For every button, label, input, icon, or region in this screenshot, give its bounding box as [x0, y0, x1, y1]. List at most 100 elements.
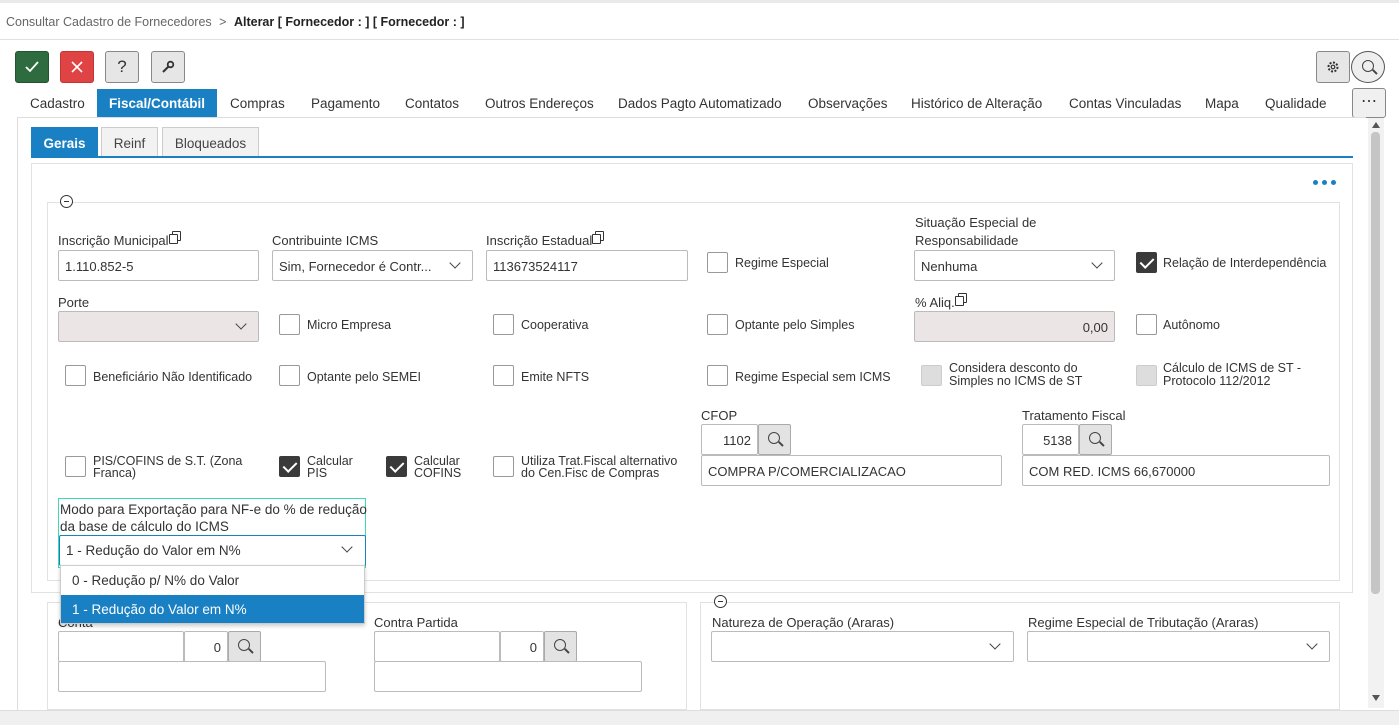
- conta-description-input[interactable]: [58, 661, 326, 692]
- cooperativa-checkbox[interactable]: [493, 314, 514, 335]
- copy-icon[interactable]: [168, 231, 181, 244]
- tratamento-fiscal-label: Tratamento Fiscal: [1022, 408, 1126, 423]
- emite-nfts-checkbox[interactable]: [493, 365, 514, 386]
- tratamento-fiscal-code-input[interactable]: 5138: [1022, 424, 1079, 455]
- considera-desconto-checkbox[interactable]: [921, 365, 942, 386]
- tab-dados-pagto[interactable]: Dados Pagto Automatizado: [618, 89, 782, 117]
- contra-partida-label: Contra Partida: [374, 615, 458, 630]
- situacao-especial-label-1: Situação Especial de: [915, 215, 1037, 230]
- emite-nfts-label: Emite NFTS: [521, 370, 590, 384]
- cfop-label: CFOP: [701, 408, 738, 423]
- pis-cofins-st-checkbox[interactable]: [65, 456, 86, 477]
- tab-outros-enderecos[interactable]: Outros Endereços: [485, 89, 594, 117]
- beneficiario-checkbox[interactable]: [65, 365, 86, 386]
- regime-especial-checkbox[interactable]: [707, 252, 728, 273]
- contribuinte-icms-select[interactable]: Sim, Fornecedor é Contr...: [272, 250, 473, 281]
- subtab-bloqueados[interactable]: Bloqueados: [162, 127, 259, 156]
- tratamento-fiscal-search-button[interactable]: [1079, 424, 1112, 455]
- tab-contatos[interactable]: Contatos: [405, 89, 459, 117]
- optante-simples-checkbox[interactable]: [707, 314, 728, 335]
- inscricao-estadual-input[interactable]: 113673524117: [486, 250, 688, 281]
- regime-sem-icms-label: Regime Especial sem ICMS: [735, 370, 891, 384]
- tratamento-fiscal-description-input[interactable]: COM RED. ICMS 66,670000: [1022, 455, 1330, 486]
- conta-search-button[interactable]: [228, 631, 261, 662]
- scroll-thumb[interactable]: [1371, 132, 1380, 594]
- cooperativa-label: Cooperativa: [521, 318, 589, 332]
- dropdown-option-selected[interactable]: 1 - Redução do Valor em N%: [61, 595, 364, 623]
- dropdown-option[interactable]: 0 - Redução p/ N% do Valor: [61, 566, 364, 594]
- scrollbar[interactable]: [1368, 118, 1384, 708]
- micro-empresa-checkbox[interactable]: [279, 314, 300, 335]
- tab-historico[interactable]: Histórico de Alteração: [911, 89, 1042, 117]
- copy-icon[interactable]: [954, 293, 967, 306]
- modo-exportacao-label-2: da base de cálculo do ICMS: [60, 519, 229, 534]
- cancel-button[interactable]: [60, 51, 94, 83]
- copy-icon[interactable]: [592, 231, 605, 244]
- panel-options-icon[interactable]: [1312, 179, 1340, 187]
- modo-exportacao-label-1: Modo para Exportação para NF-e do % de r…: [60, 502, 367, 517]
- natureza-select[interactable]: [711, 631, 1014, 662]
- breadcrumb: Consultar Cadastro de Fornecedores > Alt…: [0, 0, 1399, 40]
- more-icon: ⋯: [1361, 93, 1377, 110]
- settings-button[interactable]: [1316, 51, 1350, 83]
- modo-exportacao-select[interactable]: 1 - Redução do Valor em N%: [59, 535, 366, 566]
- contra-partida-description-input[interactable]: [374, 661, 642, 692]
- cfop-search-button[interactable]: [758, 424, 791, 455]
- autonomo-label: Autônomo: [1163, 318, 1220, 332]
- micro-empresa-label: Micro Empresa: [307, 318, 392, 332]
- search-icon: [1362, 60, 1374, 72]
- contra-partida-search-button[interactable]: [544, 631, 577, 662]
- scroll-down-arrow[interactable]: [1372, 695, 1380, 701]
- calcular-cofins-checkbox[interactable]: [386, 456, 407, 477]
- tab-cadastro[interactable]: Cadastro: [30, 89, 85, 117]
- optante-semei-checkbox[interactable]: [279, 365, 300, 386]
- confirm-button[interactable]: [15, 51, 49, 83]
- calcular-cofins-label-2: COFINS: [414, 466, 462, 480]
- collapse-icon[interactable]: [60, 195, 73, 208]
- regime-tributacao-label: Regime Especial de Tributação (Araras): [1028, 615, 1259, 630]
- situacao-especial-select[interactable]: Nenhuma: [914, 250, 1115, 281]
- gear-icon: [1327, 61, 1339, 73]
- cfop-code-input[interactable]: 1102: [701, 424, 758, 455]
- more-tabs-button[interactable]: ⋯: [1352, 88, 1386, 118]
- calculo-icms-st-checkbox[interactable]: [1136, 365, 1157, 386]
- scroll-up-arrow[interactable]: [1372, 122, 1380, 128]
- contra-partida-code-input[interactable]: 0: [500, 631, 544, 662]
- calcular-pis-checkbox[interactable]: [279, 456, 300, 477]
- contra-partida-account-input[interactable]: [374, 631, 500, 662]
- subtab-reinf[interactable]: Reinf: [101, 127, 158, 156]
- collapse-icon[interactable]: [714, 595, 727, 608]
- situacao-especial-label-2: Responsabilidade: [915, 233, 1019, 248]
- tab-fiscal-contabil[interactable]: Fiscal/Contábil: [97, 89, 217, 117]
- utiliza-trat-label-2: do Cen.Fisc de Compras: [521, 466, 660, 480]
- natureza-label: Natureza de Operação (Araras): [712, 615, 895, 630]
- utiliza-trat-checkbox[interactable]: [493, 456, 514, 477]
- tools-button[interactable]: [151, 51, 185, 83]
- inscricao-municipal-input[interactable]: 1.110.852-5: [58, 250, 259, 281]
- optante-semei-label: Optante pelo SEMEI: [307, 370, 421, 384]
- tab-compras[interactable]: Compras: [230, 89, 285, 117]
- breadcrumb-parent[interactable]: Consultar Cadastro de Fornecedores: [6, 15, 212, 29]
- tab-pagamento[interactable]: Pagamento: [311, 89, 380, 117]
- help-button[interactable]: ?: [105, 51, 139, 83]
- tab-qualidade[interactable]: Qualidade: [1265, 89, 1327, 117]
- relacao-interdependencia-checkbox[interactable]: [1136, 252, 1157, 273]
- conta-account-input[interactable]: [58, 631, 184, 662]
- bottom-bar: [0, 710, 1399, 725]
- tab-contas-vinculadas[interactable]: Contas Vinculadas: [1069, 89, 1181, 117]
- subtab-gerais[interactable]: Gerais: [31, 127, 98, 156]
- conta-code-input[interactable]: 0: [184, 631, 228, 662]
- breadcrumb-separator: >: [219, 15, 227, 29]
- inscricao-estadual-label: Inscrição Estadual: [486, 231, 605, 250]
- cfop-description-input[interactable]: COMPRA P/COMERCIALIZACAO: [701, 455, 1002, 486]
- global-search-button[interactable]: [1351, 51, 1385, 83]
- regime-tributacao-select[interactable]: [1027, 631, 1330, 662]
- tab-observacoes[interactable]: Observações: [808, 89, 888, 117]
- beneficiario-label: Beneficiário Não Identificado: [93, 370, 253, 384]
- regime-sem-icms-checkbox[interactable]: [707, 365, 728, 386]
- considera-desconto-label-2: Simples no ICMS de ST: [949, 374, 1083, 388]
- autonomo-checkbox[interactable]: [1136, 314, 1157, 335]
- aliq-input[interactable]: 0,00: [914, 311, 1115, 342]
- tab-mapa[interactable]: Mapa: [1205, 89, 1239, 117]
- porte-select[interactable]: [58, 311, 259, 342]
